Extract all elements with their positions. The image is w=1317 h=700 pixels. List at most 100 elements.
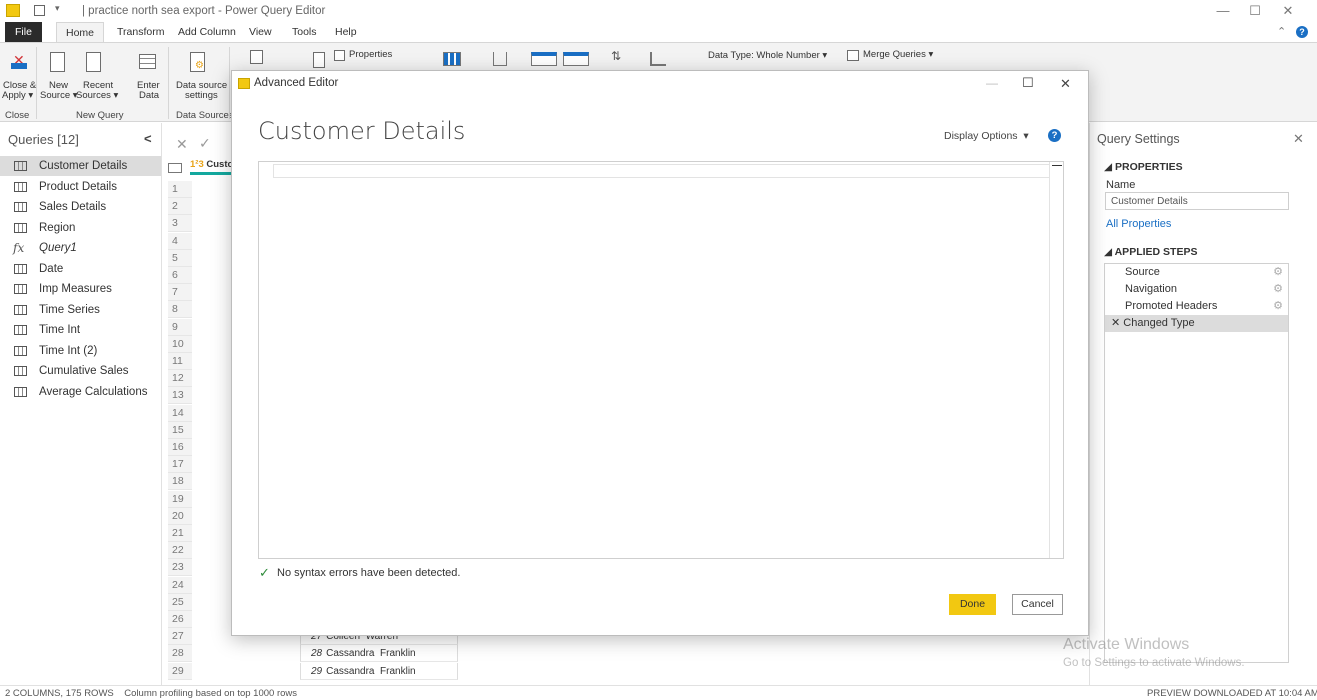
tab-view[interactable]: View: [240, 22, 281, 42]
ribbon-tabs: File Home Transform Add Column View Tool…: [0, 22, 1317, 42]
minimize-button[interactable]: —: [1208, 3, 1238, 19]
row-number: 7: [168, 284, 192, 302]
all-properties-link[interactable]: All Properties: [1106, 218, 1171, 230]
query-item-label: Cumulative Sales: [39, 365, 129, 377]
row-number: 29: [168, 662, 192, 680]
dialog-help-icon[interactable]: ?: [1048, 129, 1061, 142]
query-item[interactable]: Time Int: [0, 320, 161, 340]
query-item[interactable]: Region: [0, 218, 161, 238]
query-item-label: Product Details: [39, 180, 117, 193]
dialog-minimize-button[interactable]: —: [986, 76, 998, 90]
cell-id: 28: [311, 648, 323, 660]
step-settings-gear-icon[interactable]: ⚙: [1273, 298, 1283, 315]
tab-home[interactable]: Home: [56, 22, 105, 42]
table-icon: [14, 345, 27, 356]
data-source-settings-button[interactable]: ⚙ Data source settings: [172, 45, 227, 107]
query-item[interactable]: Cumulative Sales: [0, 361, 161, 381]
editor-first-line[interactable]: [273, 164, 1050, 178]
new-source-button[interactable]: New Source ▾: [40, 45, 78, 107]
properties-icon: [334, 50, 345, 61]
query-item[interactable]: Imp Measures: [0, 279, 161, 299]
group-by-icon[interactable]: [563, 52, 589, 66]
applied-step[interactable]: ✕ Changed Type: [1105, 315, 1288, 332]
query-settings-title: Query Settings: [1097, 132, 1180, 146]
merge-queries-label: Merge Queries ▾: [863, 49, 934, 60]
data-type-dropdown[interactable]: Data Type: Whole Number ▾: [708, 50, 827, 61]
row-number: 9: [168, 318, 192, 336]
close-button[interactable]: ✕: [1273, 3, 1303, 19]
query-item[interactable]: Date: [0, 259, 161, 279]
choose-columns-icon[interactable]: [443, 52, 461, 66]
keep-rows-icon[interactable]: [493, 52, 507, 66]
status-left: 2 COLUMNS, 175 ROWS Column profiling bas…: [5, 688, 297, 699]
recent-sources-button[interactable]: Recent Sources ▾: [76, 45, 118, 107]
manage-parameters-icon[interactable]: [250, 50, 263, 64]
tab-help[interactable]: Help: [326, 22, 366, 42]
step-settings-gear-icon[interactable]: ⚙: [1273, 264, 1283, 281]
refresh-preview-icon[interactable]: [313, 52, 325, 68]
formula-ok-icon[interactable]: ✓: [199, 135, 211, 152]
query-item[interactable]: Customer Details: [0, 156, 161, 176]
editor-scrollbar[interactable]: [1049, 162, 1063, 558]
maximize-button[interactable]: ☐: [1240, 3, 1270, 19]
save-icon[interactable]: [34, 5, 45, 16]
display-options-dropdown[interactable]: Display Options ▾: [944, 130, 1029, 142]
cancel-button[interactable]: Cancel: [1012, 594, 1063, 615]
new-source-icon: [50, 52, 65, 72]
done-button[interactable]: Done: [949, 594, 996, 615]
properties-header: ◢ PROPERTIES: [1104, 161, 1183, 173]
dialog-close-button[interactable]: ✕: [1060, 76, 1071, 92]
quick-access-dropdown-icon[interactable]: ▾: [55, 3, 60, 14]
query-item[interactable]: fx Query1: [0, 238, 161, 258]
query-name-field[interactable]: [1105, 192, 1289, 210]
tab-tools[interactable]: Tools: [283, 22, 326, 42]
recent-sources-icon: [86, 52, 101, 72]
query-settings-close-icon[interactable]: ✕: [1293, 131, 1304, 147]
collapse-ribbon-icon[interactable]: ⌃: [1277, 25, 1286, 38]
tab-file[interactable]: File: [5, 22, 42, 42]
advanced-editor-dialog: Advanced Editor — ☐ ✕ Customer Details D…: [231, 70, 1089, 636]
window-title: | practice north sea export - Power Quer…: [82, 5, 326, 17]
table-menu-icon[interactable]: [168, 163, 182, 173]
query-item[interactable]: Time Int (2): [0, 341, 161, 361]
data-source-settings-label-2: settings: [185, 90, 218, 101]
properties-button[interactable]: Properties: [334, 49, 398, 63]
query-item[interactable]: Product Details: [0, 177, 161, 197]
query-item-label: Sales Details: [39, 201, 107, 213]
enter-data-button[interactable]: Enter Data: [135, 45, 163, 107]
dialog-maximize-button[interactable]: ☐: [1022, 75, 1034, 91]
applied-step[interactable]: Source ⚙: [1105, 264, 1288, 281]
query-item[interactable]: Sales Details: [0, 197, 161, 217]
table-icon: [14, 263, 27, 274]
tab-transform[interactable]: Transform: [108, 22, 173, 42]
merge-queries-button[interactable]: Merge Queries ▾: [847, 49, 937, 63]
sort-icon[interactable]: ⇅: [611, 49, 621, 63]
table-row[interactable]: 28 Cassandra Franklin: [300, 645, 458, 663]
close-apply-button[interactable]: ✕ Close & Apply ▾: [2, 45, 36, 107]
applied-step[interactable]: Promoted Headers ⚙: [1105, 298, 1288, 315]
cell-id: 29: [311, 665, 323, 677]
name-label: Name: [1106, 179, 1136, 191]
query-item[interactable]: Average Calculations: [0, 382, 161, 402]
query-item-label: Date: [39, 262, 64, 275]
new-source-label-2: Source ▾: [40, 90, 78, 101]
replace-values-icon[interactable]: [650, 52, 666, 66]
table-row[interactable]: 29 Cassandra Franklin: [300, 662, 458, 680]
collapse-queries-icon[interactable]: <: [144, 131, 152, 146]
query-item-label: Query1: [39, 242, 77, 254]
table-icon: [14, 386, 27, 397]
split-column-icon[interactable]: [531, 52, 557, 66]
row-number: 16: [168, 439, 192, 456]
step-settings-gear-icon[interactable]: ⚙: [1273, 281, 1283, 298]
tab-add-column[interactable]: Add Column: [169, 22, 245, 42]
activate-windows-subtitle: Go to Settings to activate Windows.: [1063, 657, 1245, 669]
code-editor[interactable]: [258, 161, 1064, 559]
applied-step[interactable]: Navigation ⚙: [1105, 281, 1288, 298]
formula-cancel-icon[interactable]: ✕: [176, 136, 188, 153]
column-header[interactable]: 1²3 Custo: [190, 159, 233, 175]
query-item[interactable]: Time Series: [0, 300, 161, 320]
help-icon[interactable]: ?: [1296, 26, 1308, 38]
row-number: 10: [168, 335, 192, 353]
syntax-ok-icon: ✓: [259, 565, 270, 580]
group-close-label: Close: [5, 110, 30, 121]
